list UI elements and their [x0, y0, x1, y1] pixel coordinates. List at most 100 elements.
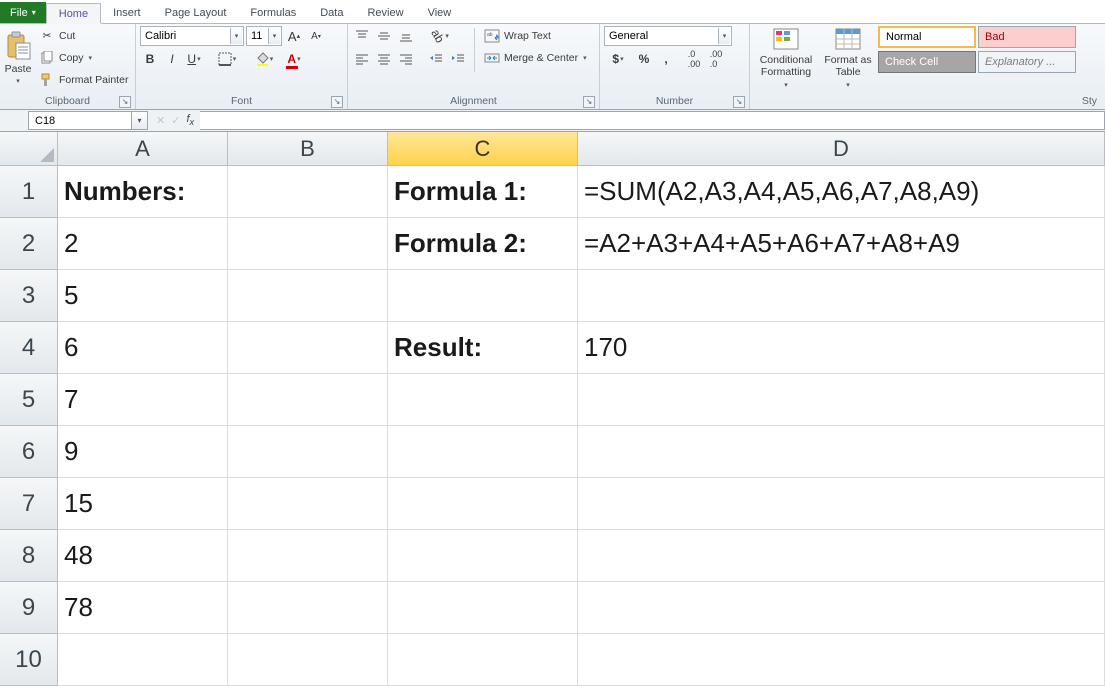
cell-C3[interactable]	[388, 270, 578, 322]
row-header-1[interactable]: 1	[0, 166, 58, 218]
cell-D4[interactable]: 170	[578, 322, 1105, 374]
cell-C5[interactable]	[388, 374, 578, 426]
tab-file[interactable]: File ▾	[0, 2, 46, 23]
cell-B6[interactable]	[228, 426, 388, 478]
cell-A8[interactable]: 48	[58, 530, 228, 582]
align-right-button[interactable]	[396, 49, 416, 69]
insert-function-button[interactable]: fx	[186, 113, 194, 127]
increase-decimal-button[interactable]: .0.00	[684, 49, 704, 69]
cell-D1[interactable]: =SUM(A2,A3,A4,A5,A6,A7,A8,A9)	[578, 166, 1105, 218]
column-header-A[interactable]: A	[58, 132, 228, 166]
cell-A7[interactable]: 15	[58, 478, 228, 530]
column-header-C[interactable]: C	[388, 132, 578, 166]
enter-formula-icon[interactable]: ✓	[171, 114, 180, 127]
cell-C4[interactable]: Result:	[388, 322, 578, 374]
comma-format-button[interactable]: ,	[656, 49, 676, 69]
dialog-launcher-icon[interactable]: ↘	[733, 96, 745, 108]
cell-B5[interactable]	[228, 374, 388, 426]
cell-D8[interactable]	[578, 530, 1105, 582]
decrease-indent-button[interactable]	[426, 49, 446, 69]
cell-B8[interactable]	[228, 530, 388, 582]
align-center-button[interactable]	[374, 49, 394, 69]
cell-D9[interactable]	[578, 582, 1105, 634]
row-header-9[interactable]: 9	[0, 582, 58, 634]
dialog-launcher-icon[interactable]: ↘	[583, 96, 595, 108]
align-bottom-button[interactable]	[396, 26, 416, 46]
row-header-6[interactable]: 6	[0, 426, 58, 478]
tab-page-layout[interactable]: Page Layout	[153, 2, 239, 23]
conditional-formatting-button[interactable]: Conditional Formatting ▾	[754, 26, 818, 90]
paste-button[interactable]: Paste ▾	[4, 26, 32, 90]
italic-button[interactable]: I	[162, 49, 182, 69]
cell-C8[interactable]	[388, 530, 578, 582]
increase-indent-button[interactable]	[448, 49, 468, 69]
column-header-B[interactable]: B	[228, 132, 388, 166]
cell-D3[interactable]	[578, 270, 1105, 322]
cell-C6[interactable]	[388, 426, 578, 478]
cell-C10[interactable]	[388, 634, 578, 686]
merge-center-button[interactable]: Merge & Center ▾	[481, 48, 590, 68]
font-color-button[interactable]: A ▾	[280, 49, 308, 69]
cell-D5[interactable]	[578, 374, 1105, 426]
cell-D10[interactable]	[578, 634, 1105, 686]
format-painter-button[interactable]: Format Painter	[36, 70, 131, 90]
tab-view[interactable]: View	[416, 2, 464, 23]
cell-B2[interactable]	[228, 218, 388, 270]
wrap-text-button[interactable]: ab Wrap Text	[481, 26, 590, 46]
cut-button[interactable]: ✂ Cut	[36, 26, 131, 46]
format-as-table-button[interactable]: Format as Table ▾	[822, 26, 874, 90]
underline-button[interactable]: U▾	[184, 49, 204, 69]
fill-color-button[interactable]: ▾	[250, 49, 278, 69]
copy-button[interactable]: Copy ▾	[36, 48, 131, 68]
percent-format-button[interactable]: %	[634, 49, 654, 69]
cell-D7[interactable]	[578, 478, 1105, 530]
cell-C1[interactable]: Formula 1:	[388, 166, 578, 218]
cell-C2[interactable]: Formula 2:	[388, 218, 578, 270]
select-all-corner[interactable]	[0, 132, 58, 166]
cell-A10[interactable]	[58, 634, 228, 686]
cell-B10[interactable]	[228, 634, 388, 686]
cancel-formula-icon[interactable]: ✕	[156, 114, 165, 127]
tab-insert[interactable]: Insert	[101, 2, 153, 23]
cell-B4[interactable]	[228, 322, 388, 374]
number-format-select[interactable]: General ▾	[604, 26, 732, 46]
cell-C9[interactable]	[388, 582, 578, 634]
align-top-button[interactable]	[352, 26, 372, 46]
cell-A3[interactable]: 5	[58, 270, 228, 322]
row-header-8[interactable]: 8	[0, 530, 58, 582]
cell-B3[interactable]	[228, 270, 388, 322]
formula-input[interactable]	[200, 111, 1105, 130]
row-header-10[interactable]: 10	[0, 634, 58, 686]
cell-A9[interactable]: 78	[58, 582, 228, 634]
bold-button[interactable]: B	[140, 49, 160, 69]
cell-A1[interactable]: Numbers:	[58, 166, 228, 218]
align-left-button[interactable]	[352, 49, 372, 69]
cell-B9[interactable]	[228, 582, 388, 634]
cell-style-check[interactable]: Check Cell	[878, 51, 976, 73]
orientation-button[interactable]: ab▾	[426, 26, 454, 46]
cell-style-bad[interactable]: Bad	[978, 26, 1076, 48]
align-middle-button[interactable]	[374, 26, 394, 46]
row-header-3[interactable]: 3	[0, 270, 58, 322]
tab-review[interactable]: Review	[355, 2, 415, 23]
cell-style-explanatory[interactable]: Explanatory ...	[978, 51, 1076, 73]
accounting-format-button[interactable]: $▾	[604, 49, 632, 69]
grow-font-button[interactable]: A▴	[284, 26, 304, 46]
font-family-select[interactable]: Calibri ▾	[140, 26, 244, 46]
tab-data[interactable]: Data	[308, 2, 355, 23]
name-box[interactable]: C18 ▾	[28, 111, 148, 130]
cell-style-normal[interactable]: Normal	[878, 26, 976, 48]
tab-formulas[interactable]: Formulas	[238, 2, 308, 23]
cell-A6[interactable]: 9	[58, 426, 228, 478]
row-header-5[interactable]: 5	[0, 374, 58, 426]
column-header-D[interactable]: D	[578, 132, 1105, 166]
row-header-7[interactable]: 7	[0, 478, 58, 530]
cell-B7[interactable]	[228, 478, 388, 530]
cell-A5[interactable]: 7	[58, 374, 228, 426]
cell-B1[interactable]	[228, 166, 388, 218]
cell-D2[interactable]: =A2+A3+A4+A5+A6+A7+A8+A9	[578, 218, 1105, 270]
cell-A4[interactable]: 6	[58, 322, 228, 374]
tab-home[interactable]: Home	[46, 3, 101, 24]
borders-button[interactable]: ▾	[213, 49, 241, 69]
shrink-font-button[interactable]: A▾	[306, 26, 326, 46]
